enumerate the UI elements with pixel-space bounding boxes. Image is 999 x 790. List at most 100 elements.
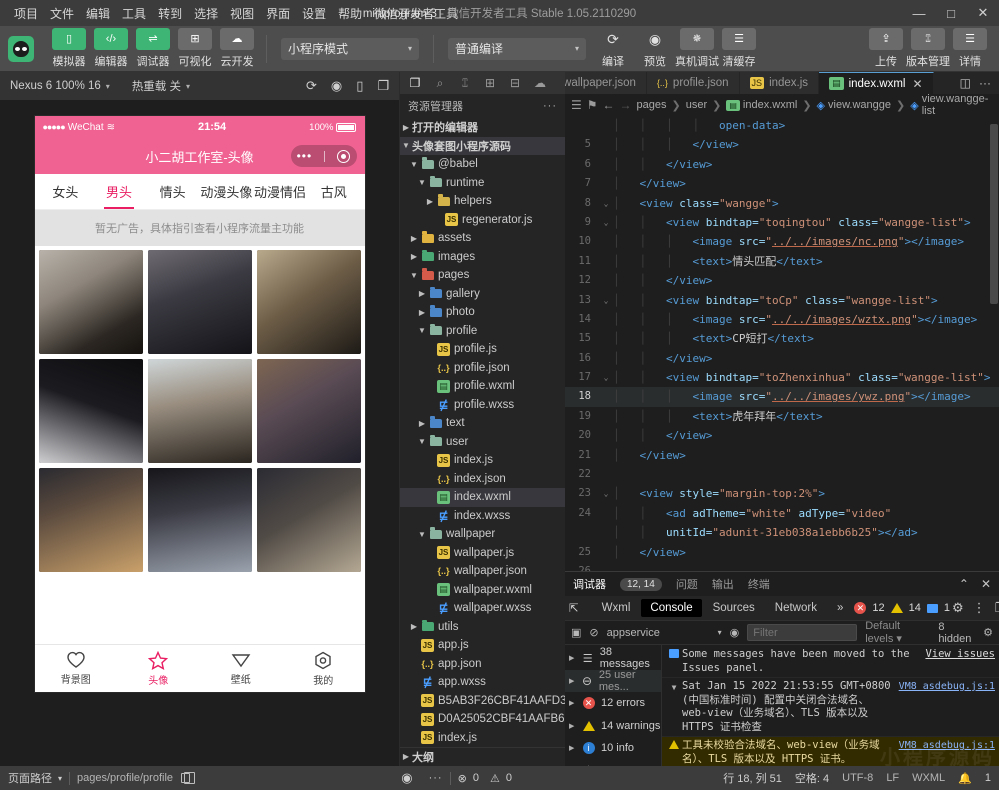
tree-file[interactable]: ▶{..} profile.json xyxy=(400,359,565,378)
tree-file[interactable]: ▶JS profile.js xyxy=(400,340,565,359)
source-control-icon[interactable]: ⑄ xyxy=(454,73,476,93)
eye-icon[interactable]: ◉ xyxy=(730,626,740,639)
tree-folder[interactable]: ▶ gallery xyxy=(400,285,565,304)
devtools-tab-1[interactable]: Console xyxy=(641,599,702,617)
tree-folder[interactable]: ▼ runtime xyxy=(400,174,565,193)
code-line[interactable]: 20 │ │ </view> xyxy=(565,426,999,445)
tree-file[interactable]: ▶JS D0A25052CBF41AAFB6... xyxy=(400,710,565,729)
phone-tab-2[interactable]: 情头 xyxy=(146,174,200,209)
levels-select[interactable]: Default levels ▾ xyxy=(865,620,930,645)
menu-item-1[interactable]: 文件 xyxy=(44,2,80,25)
code-line[interactable]: │ │ │ │ open-data> xyxy=(565,116,999,135)
console-row-0[interactable]: Some messages have been moved to the Iss… xyxy=(662,646,999,678)
phone-tab-0[interactable]: 女头 xyxy=(39,174,93,209)
collapse-icon[interactable]: ⌃ xyxy=(959,577,969,591)
console-source-link[interactable]: VM8 asdebug.js:1 xyxy=(893,739,995,766)
code-line[interactable]: 12 │ │ </view> xyxy=(565,271,999,290)
menu-item-9[interactable]: 帮助 xyxy=(332,2,368,25)
snippet-icon[interactable]: ⊟ xyxy=(504,73,526,93)
kebab-menu-icon[interactable]: ⋮ xyxy=(973,600,986,616)
photo-cell[interactable] xyxy=(256,250,361,354)
project-root-section[interactable]: ▼ 头像套图小程序源码 xyxy=(400,136,565,155)
console-source-link[interactable]: VM8 asdebug.js:1 xyxy=(893,680,995,734)
view-issues-link[interactable]: View issues xyxy=(925,648,995,675)
toolbar-mid-真机调试[interactable]: ✵ 真机调试 xyxy=(675,28,719,69)
fold-chevron-icon[interactable]: ⌄ xyxy=(599,291,613,310)
panel-tab-3[interactable]: 终端 xyxy=(748,576,770,592)
code-line[interactable]: 22 xyxy=(565,465,999,484)
phone-tab-3[interactable]: 动漫头像 xyxy=(200,174,254,209)
menu-item-6[interactable]: 视图 xyxy=(224,2,260,25)
toolbar-mid-编译[interactable]: ⟳ 编译 xyxy=(593,28,633,69)
tree-file[interactable]: ▶JS wallpaper.js xyxy=(400,544,565,563)
search-icon[interactable]: ⌕ xyxy=(429,73,451,93)
cloud-debug-icon[interactable]: ☁ xyxy=(529,73,551,93)
menu-item-4[interactable]: 转到 xyxy=(152,2,188,25)
toolbar-left-模拟器[interactable]: ▯ 模拟器 xyxy=(49,28,89,69)
photo-cell[interactable] xyxy=(38,359,143,463)
phone-tabbar-item-0[interactable]: 背景图 xyxy=(35,645,118,692)
code-line[interactable]: 16 │ │ </view> xyxy=(565,349,999,368)
wechat-capsule[interactable]: ••• xyxy=(290,145,357,167)
phone-tabbar-item-2[interactable]: 壁纸 xyxy=(200,645,283,692)
detach-icon[interactable]: ❐ xyxy=(377,78,389,94)
editor-tab-2[interactable]: JS index.js xyxy=(739,72,820,94)
code-line[interactable]: 10 │ │ │ <image src="../../images/nc.png"… xyxy=(565,232,999,251)
panel-tab-0[interactable]: 调试器 xyxy=(573,576,606,592)
menu-item-3[interactable]: 工具 xyxy=(116,2,152,25)
breadcrumb-item-1[interactable]: user xyxy=(686,99,707,111)
more-actions-icon[interactable]: ··· xyxy=(979,76,991,90)
code-line[interactable]: 7 │ </view> xyxy=(565,174,999,193)
bookmark-icon[interactable]: ⚑ xyxy=(587,98,598,112)
hot-reload-select[interactable]: 热重载 关 ▾ xyxy=(132,78,190,94)
code-line[interactable]: 13 ⌄ │ │ <view bindtap="toCp" class="wangg… xyxy=(565,291,999,310)
code-line[interactable]: 9 ⌄ │ │ <view bindtap="toqingtou" class="w… xyxy=(565,213,999,232)
encoding[interactable]: UTF-8 xyxy=(842,772,873,784)
code-line[interactable]: 18 │ │ │ <image src="../../images/ywz.png… xyxy=(565,387,999,407)
tree-file[interactable]: ▶JS index.js xyxy=(400,451,565,470)
console-row-1[interactable]: ▼ Sat Jan 15 2022 21:53:55 GMT+0800 (中国标准… xyxy=(662,678,999,737)
tree-file[interactable]: ▶JS index.js xyxy=(400,729,565,747)
tree-file[interactable]: ▶JS regenerator.js xyxy=(400,211,565,230)
cursor-position[interactable]: 行 18, 列 51 xyxy=(723,770,782,786)
toolbar-left-调试器[interactable]: ⇌ 调试器 xyxy=(133,28,173,69)
split-editor-icon[interactable]: ◫ xyxy=(960,76,971,90)
photo-cell[interactable] xyxy=(147,359,252,463)
close-icon[interactable]: ✕ xyxy=(981,577,991,591)
devtools-tab-4[interactable]: » xyxy=(828,599,852,617)
console-output[interactable]: 小程序源码 Some messages have been moved to t… xyxy=(662,645,999,766)
filter-input[interactable] xyxy=(747,624,858,641)
tree-folder[interactable]: ▼ @babel xyxy=(400,155,565,174)
open-editors-section[interactable]: ▶ 打开的编辑器 xyxy=(400,118,565,137)
editor-scrollbar[interactable] xyxy=(989,116,999,571)
capsule-menu-icon[interactable]: ••• xyxy=(297,149,313,163)
fold-chevron-icon[interactable]: ⌄ xyxy=(599,194,613,213)
breadcrumb-item-4[interactable]: ◈ view.wangge-list xyxy=(910,93,993,117)
phone-tab-1[interactable]: 男头 xyxy=(92,174,146,209)
tree-folder[interactable]: ▶ photo xyxy=(400,303,565,322)
message-filter-3[interactable]: ▶ 14 warnings xyxy=(565,715,661,738)
record-icon[interactable]: ◉ xyxy=(331,78,342,94)
editor-tab-1[interactable]: {..} profile.json xyxy=(646,72,740,94)
tree-folder[interactable]: ▶ assets xyxy=(400,229,565,248)
context-select[interactable]: appservice ▾ xyxy=(607,627,722,639)
tree-file[interactable]: ▶⋢ profile.wxss xyxy=(400,396,565,415)
code-line[interactable]: 21 │ </view> xyxy=(565,446,999,465)
phone-tab-4[interactable]: 动漫情侣 xyxy=(253,174,307,209)
problems-status[interactable]: ⊗ 0 ⚠ 0 xyxy=(458,772,512,785)
tree-file[interactable]: ▶{..} app.json xyxy=(400,655,565,674)
minimize-button[interactable]: — xyxy=(903,0,935,26)
extensions-icon[interactable]: ⊞ xyxy=(479,73,501,93)
tree-folder[interactable]: ▼ pages xyxy=(400,266,565,285)
code-line[interactable]: 11 │ │ │ <text>情头匹配</text> xyxy=(565,252,999,271)
toolbar-left-可视化[interactable]: ⊞ 可视化 xyxy=(175,28,215,69)
code-editor[interactable]: │ │ │ │ open-data> 5 │ │ │ </view> 6 │ │ </v… xyxy=(565,116,999,571)
menu-item-5[interactable]: 选择 xyxy=(188,2,224,25)
breadcrumb-item-0[interactable]: pages xyxy=(637,99,667,111)
tree-file[interactable]: ▶⋢ index.wxss xyxy=(400,507,565,526)
code-line[interactable]: 17 ⌄ │ │ <view bindtap="toZhenxinhua" clas… xyxy=(565,368,999,387)
toolbar-right-详情[interactable]: ☰ 详情 xyxy=(950,28,990,69)
toolbar-mid-清缓存[interactable]: ☰ 清缓存 xyxy=(719,28,759,69)
message-filter-4[interactable]: ▶ i 10 info xyxy=(565,737,661,760)
tree-folder[interactable]: ▼ profile xyxy=(400,322,565,341)
